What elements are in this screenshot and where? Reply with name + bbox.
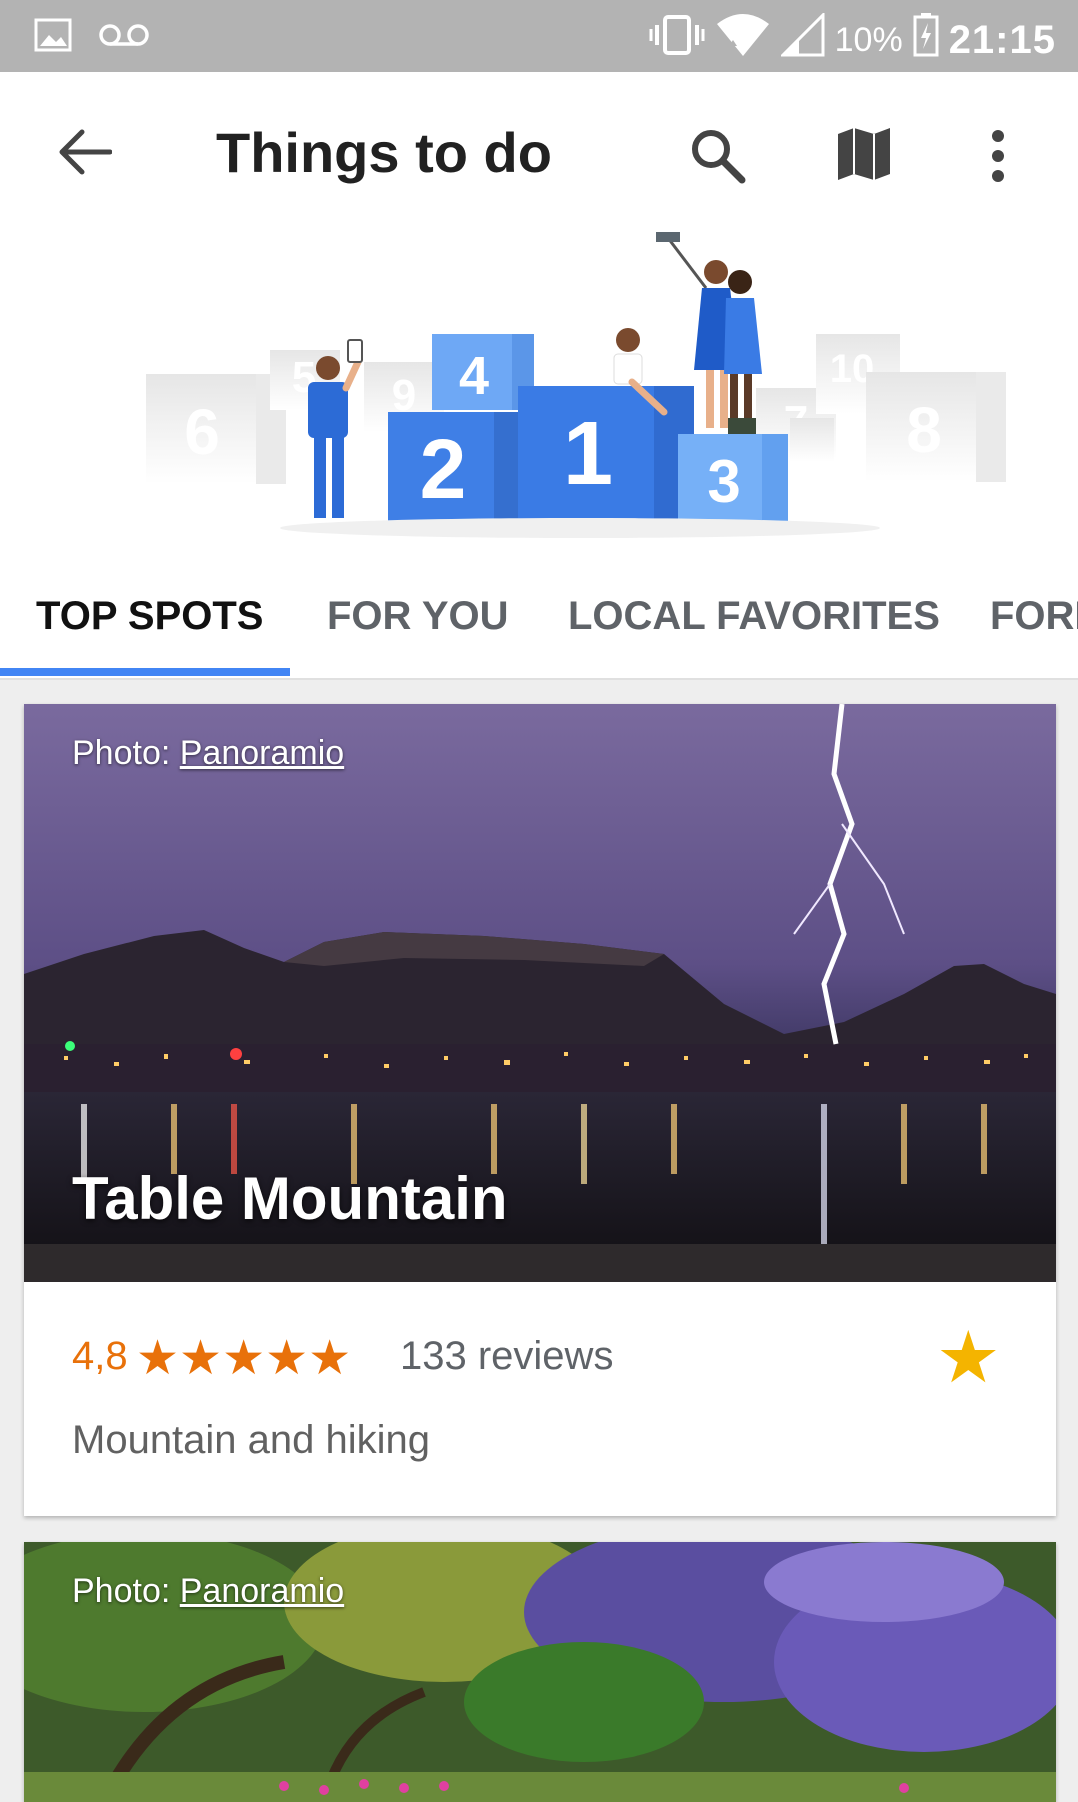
save-star-icon[interactable]: ★ bbox=[936, 1322, 1001, 1394]
reviews-count[interactable]: 133 reviews bbox=[400, 1334, 613, 1379]
clock: 21:15 bbox=[948, 17, 1056, 62]
more-vert-icon bbox=[992, 130, 1004, 182]
tab-indicator bbox=[0, 668, 290, 676]
photo-credit-link[interactable]: Panoramio bbox=[180, 1572, 344, 1610]
podium-number: 2 bbox=[420, 422, 467, 516]
map-button[interactable] bbox=[832, 122, 896, 186]
place-info: 4,8 ★★★★★ 133 reviews ★ Mountain and hik… bbox=[24, 1282, 1056, 1516]
vibrate-icon bbox=[649, 13, 705, 67]
status-bar: 10% 21:15 bbox=[0, 0, 1078, 72]
rating-value: 4,8 bbox=[72, 1334, 128, 1378]
arrow-back-icon bbox=[59, 129, 112, 175]
battery-percent: 10% bbox=[834, 20, 903, 59]
page-title: Things to do bbox=[216, 121, 552, 184]
search-icon bbox=[692, 130, 746, 184]
place-photo[interactable]: Photo: Panoramio Table Mountain bbox=[24, 704, 1056, 1282]
tab-local-favorites[interactable]: LOCAL FAVORITES bbox=[568, 594, 940, 639]
rating-stars: ★★★★★ bbox=[136, 1332, 352, 1385]
photo-credit-prefix: Photo: bbox=[72, 1572, 180, 1610]
place-name: Table Mountain bbox=[72, 1165, 508, 1232]
signal-icon bbox=[779, 11, 825, 67]
tab-bar: TOP SPOTS FOR YOU LOCAL FAVORITES FORE bbox=[0, 562, 1078, 680]
search-button[interactable] bbox=[686, 124, 750, 188]
tab-for-you[interactable]: FOR YOU bbox=[327, 594, 509, 639]
voicemail-icon bbox=[98, 22, 150, 53]
back-button[interactable] bbox=[50, 122, 120, 182]
podium-number: 8 bbox=[906, 394, 942, 466]
tab-top-spots[interactable]: TOP SPOTS bbox=[36, 594, 263, 639]
map-icon bbox=[838, 128, 890, 180]
place-category: Mountain and hiking bbox=[72, 1418, 431, 1462]
hero-illustration: 6 5 9 7 10 8 4 2 1 3 bbox=[0, 222, 1078, 562]
app-bar: Things to do bbox=[0, 72, 1078, 222]
more-options-button[interactable] bbox=[974, 124, 1022, 188]
photo-credit-link[interactable]: Panoramio bbox=[180, 734, 344, 772]
place-card[interactable]: Photo: Panoramio Table Mountain 4,8 ★★★★… bbox=[24, 704, 1056, 1516]
podium-number: 6 bbox=[184, 396, 220, 468]
tab-more[interactable]: FORE bbox=[990, 594, 1078, 639]
wifi-icon bbox=[715, 12, 771, 68]
gallery-icon bbox=[34, 18, 72, 57]
battery-charging-icon bbox=[913, 13, 939, 67]
podium-number: 3 bbox=[707, 448, 740, 515]
podium-number: 4 bbox=[459, 346, 489, 406]
podium-number: 1 bbox=[563, 404, 613, 504]
photo-credit: Photo: Panoramio bbox=[72, 1572, 344, 1611]
photo-credit: Photo: Panoramio bbox=[72, 734, 344, 773]
place-card[interactable]: Photo: Panoramio bbox=[24, 1542, 1056, 1802]
photo-credit-prefix: Photo: bbox=[72, 734, 180, 772]
place-photo[interactable]: Photo: Panoramio bbox=[24, 1542, 1056, 1802]
